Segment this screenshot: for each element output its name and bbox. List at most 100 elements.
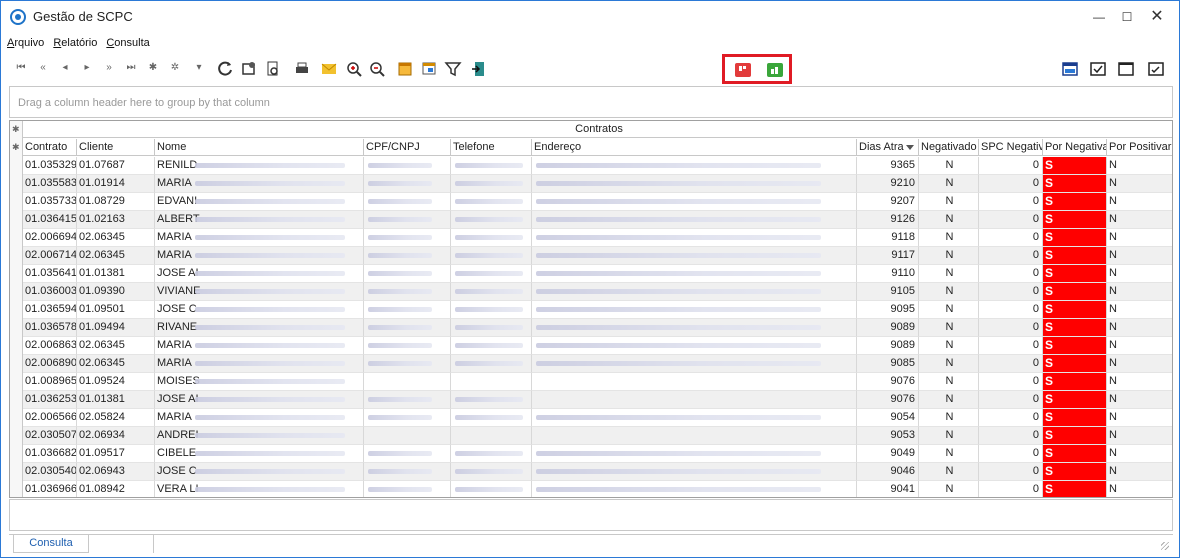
checklist-icon-2[interactable] <box>1146 58 1166 78</box>
cell-por-negativar[interactable]: S <box>1043 445 1107 463</box>
cell-por-positivar[interactable]: N <box>1107 211 1172 229</box>
cell-spc-negativado[interactable]: 0 <box>979 157 1043 175</box>
table-row[interactable]: 01.036253 01.01381 JOSE AI 9076 N 0 S N <box>23 391 1172 409</box>
cell-cliente[interactable]: 01.09494 <box>77 319 155 337</box>
cell-spc-negativado[interactable]: 0 <box>979 283 1043 301</box>
table-row[interactable]: 01.036966 01.08942 VERA LI 9041 N 0 S N <box>23 481 1172 497</box>
cell-spc-negativado[interactable]: 0 <box>979 337 1043 355</box>
cell-endereco[interactable] <box>532 391 857 409</box>
menu-consulta[interactable]: Consulta <box>106 37 149 49</box>
cell-negativado[interactable]: N <box>919 229 979 247</box>
cell-por-positivar[interactable]: N <box>1107 355 1172 373</box>
column-header-por-negativar[interactable]: Por Negativa <box>1043 139 1107 156</box>
table-row[interactable]: 01.036682 01.09517 CIBELE 9049 N 0 S N <box>23 445 1172 463</box>
cell-por-negativar[interactable]: S <box>1043 409 1107 427</box>
cell-endereco[interactable] <box>532 373 857 391</box>
cell-por-negativar[interactable]: S <box>1043 337 1107 355</box>
column-header-nome[interactable]: Nome <box>155 139 364 156</box>
insert-record-icon[interactable]: ✱ <box>143 58 163 78</box>
cell-por-positivar[interactable]: N <box>1107 283 1172 301</box>
positivar-icon[interactable] <box>767 63 783 77</box>
next-page-icon[interactable]: » <box>99 58 119 78</box>
print-icon[interactable] <box>292 58 312 78</box>
cell-cliente[interactable]: 01.09390 <box>77 283 155 301</box>
cell-por-positivar[interactable]: N <box>1107 463 1172 481</box>
cell-spc-negativado[interactable]: 0 <box>979 427 1043 445</box>
cell-spc-negativado[interactable]: 0 <box>979 463 1043 481</box>
cell-spc-negativado[interactable]: 0 <box>979 373 1043 391</box>
cell-por-negativar[interactable]: S <box>1043 193 1107 211</box>
cell-contrato[interactable]: 02.006566 <box>23 409 77 427</box>
cell-contrato[interactable]: 02.030540 <box>23 463 77 481</box>
cell-contrato[interactable]: 01.035583 <box>23 175 77 193</box>
column-header-dias-atraso[interactable]: Dias Atra <box>857 139 919 156</box>
cell-negativado[interactable]: N <box>919 319 979 337</box>
cell-por-positivar[interactable]: N <box>1107 175 1172 193</box>
table-row[interactable]: 02.006694 02.06345 MARIA 9118 N 0 S N <box>23 229 1172 247</box>
cell-por-positivar[interactable]: N <box>1107 301 1172 319</box>
cell-por-positivar[interactable]: N <box>1107 229 1172 247</box>
cell-por-positivar[interactable]: N <box>1107 265 1172 283</box>
table-row[interactable]: 02.030507 02.06934 ANDREI 9053 N 0 S N <box>23 427 1172 445</box>
cell-negativado[interactable]: N <box>919 301 979 319</box>
cell-por-positivar[interactable]: N <box>1107 391 1172 409</box>
minimize-button[interactable]: — <box>1085 6 1113 28</box>
column-header-spc-negativado[interactable]: SPC Negativ <box>979 139 1043 156</box>
cell-por-positivar[interactable]: N <box>1107 409 1172 427</box>
table-row[interactable]: 01.035733 01.08729 EDVANI 9207 N 0 S N <box>23 193 1172 211</box>
cell-spc-negativado[interactable]: 0 <box>979 211 1043 229</box>
cell-dias-atraso[interactable]: 9126 <box>857 211 919 229</box>
cell-cpf-cnpj[interactable] <box>364 373 451 391</box>
next-record-icon[interactable]: ▸ <box>77 58 97 78</box>
email-icon[interactable] <box>319 58 339 78</box>
cell-por-positivar[interactable]: N <box>1107 193 1172 211</box>
cell-dias-atraso[interactable]: 9210 <box>857 175 919 193</box>
cell-por-negativar[interactable]: S <box>1043 211 1107 229</box>
cell-dias-atraso[interactable]: 9076 <box>857 391 919 409</box>
cell-por-positivar[interactable]: N <box>1107 247 1172 265</box>
cell-por-positivar[interactable]: N <box>1107 427 1172 445</box>
cell-telefone[interactable] <box>451 373 532 391</box>
cell-contrato[interactable]: 01.008965 <box>23 373 77 391</box>
cell-por-positivar[interactable]: N <box>1107 319 1172 337</box>
cell-contrato[interactable]: 01.036578 <box>23 319 77 337</box>
cell-por-negativar[interactable]: S <box>1043 229 1107 247</box>
refresh-icon[interactable] <box>215 58 235 78</box>
cell-cpf-cnpj[interactable] <box>364 427 451 445</box>
cell-cliente[interactable]: 02.06345 <box>77 229 155 247</box>
window-icon[interactable] <box>419 58 439 78</box>
cell-por-negativar[interactable]: S <box>1043 481 1107 497</box>
table-row[interactable]: 01.035329 01.07687 RENILD 9365 N 0 S N <box>23 157 1172 175</box>
cell-spc-negativado[interactable]: 0 <box>979 247 1043 265</box>
cell-negativado[interactable]: N <box>919 373 979 391</box>
cell-contrato[interactable]: 02.006714 <box>23 247 77 265</box>
column-header-negativado[interactable]: Negativado <box>919 139 979 156</box>
cell-dias-atraso[interactable]: 9054 <box>857 409 919 427</box>
column-header-cpf-cnpj[interactable]: CPF/CNPJ <box>364 139 451 156</box>
cell-cliente[interactable]: 01.01381 <box>77 391 155 409</box>
cell-dias-atraso[interactable]: 9089 <box>857 337 919 355</box>
column-header-contrato[interactable]: Contrato <box>23 139 77 156</box>
cell-cliente[interactable]: 01.08942 <box>77 481 155 497</box>
column-header-cliente[interactable]: Cliente <box>77 139 155 156</box>
column-header-telefone[interactable]: Telefone <box>451 139 532 156</box>
contracts-grid[interactable]: Contratos ✱ ✱ Contrato Cliente Nome CPF/CNP… <box>9 120 1173 498</box>
cell-cliente[interactable]: 01.09517 <box>77 445 155 463</box>
cell-negativado[interactable]: N <box>919 481 979 497</box>
cell-cliente[interactable]: 02.06345 <box>77 355 155 373</box>
window-blank-icon[interactable] <box>1116 58 1136 78</box>
cell-negativado[interactable]: N <box>919 337 979 355</box>
cell-contrato[interactable]: 01.036415 <box>23 211 77 229</box>
table-row[interactable]: 01.036594 01.09501 JOSE C 9095 N 0 S N <box>23 301 1172 319</box>
cell-dias-atraso[interactable]: 9089 <box>857 319 919 337</box>
maximize-button[interactable]: ☐ <box>1113 6 1141 28</box>
cell-contrato[interactable]: 01.036253 <box>23 391 77 409</box>
cell-contrato[interactable]: 02.030507 <box>23 427 77 445</box>
cell-por-positivar[interactable]: N <box>1107 157 1172 175</box>
cell-telefone[interactable] <box>451 427 532 445</box>
cell-cliente[interactable]: 02.05824 <box>77 409 155 427</box>
table-row[interactable]: 02.006566 02.05824 MARIA 9054 N 0 S N <box>23 409 1172 427</box>
cell-spc-negativado[interactable]: 0 <box>979 355 1043 373</box>
cell-cliente[interactable]: 01.01914 <box>77 175 155 193</box>
table-row[interactable]: 02.006714 02.06345 MARIA 9117 N 0 S N <box>23 247 1172 265</box>
